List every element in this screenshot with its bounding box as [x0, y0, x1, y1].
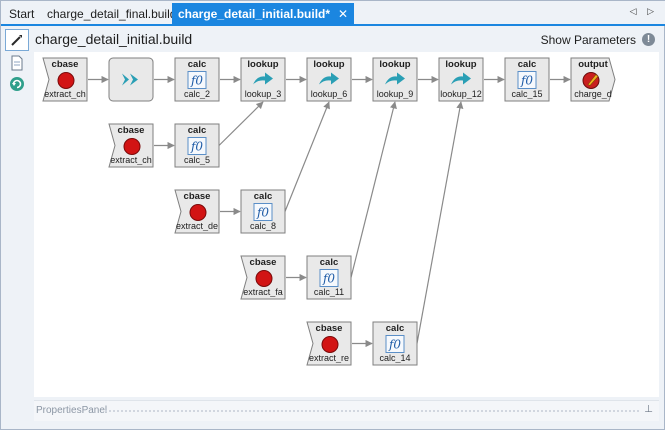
node-name-label: extract_de: [175, 221, 219, 231]
source-dot-icon: [123, 138, 141, 155]
flow-edge[interactable]: [284, 101, 330, 212]
node-calc-15[interactable]: f0 calc calc_15: [504, 57, 550, 102]
panel-grip[interactable]: [104, 409, 639, 414]
tab-start[interactable]: Start: [3, 3, 40, 25]
function-glyph: f0: [520, 74, 533, 88]
pointer-tool-icon: [11, 35, 22, 46]
flow-edge[interactable]: [416, 101, 464, 344]
node-type-label: calc: [187, 59, 207, 70]
node-type-label: calc: [385, 323, 405, 334]
properties-panel-label: PropertiesPanel: [36, 405, 108, 416]
node-type-label: output: [578, 59, 608, 70]
node-shape: [108, 57, 154, 102]
node-type-label: cbase: [117, 125, 145, 136]
tab-scroll-arrows-icon[interactable]: ◁ ▷: [630, 6, 658, 17]
refresh-button[interactable]: [5, 73, 29, 95]
node-name-label: lookup_3: [244, 89, 282, 99]
node-type-label: calc: [517, 59, 537, 70]
tab-accent-bar: [1, 24, 665, 26]
node-calc-11[interactable]: f0 calc calc_11: [306, 255, 352, 300]
node-type-label: cbase: [249, 257, 277, 268]
tab-charge-detail-final[interactable]: charge_detail_final.build*: [41, 3, 187, 25]
node-lookup-12[interactable]: lookup lookup_12: [438, 57, 484, 102]
node-extract-ch[interactable]: cbase extract_ch: [42, 57, 88, 102]
function-glyph: f0: [190, 140, 203, 154]
source-dot-icon: [321, 336, 339, 353]
node-lookup-3[interactable]: lookup lookup_3: [240, 57, 286, 102]
tab-charge-detail-initial[interactable]: charge_detail_initial.build* ✕: [172, 3, 355, 25]
node-type-label: cbase: [51, 59, 79, 70]
node-name-label: extract_ch: [110, 155, 152, 165]
function-glyph: f0: [190, 74, 203, 88]
pointer-tool-button[interactable]: [5, 29, 29, 51]
node-type-label: calc: [187, 125, 207, 136]
node-extract-fa[interactable]: cbase extract_fa: [240, 255, 286, 300]
info-icon[interactable]: !: [642, 33, 655, 46]
node-name-label: extract_re: [308, 353, 350, 363]
node-calc-5[interactable]: f0 calc calc_5: [174, 123, 220, 168]
window-frame: Start charge_detail_final.build* charge_…: [0, 0, 665, 430]
tab-strip: Start charge_detail_final.build* charge_…: [1, 1, 665, 25]
source-dot-icon: [189, 204, 207, 221]
function-glyph: f0: [322, 272, 335, 286]
pin-icon[interactable]: ⊥: [644, 404, 653, 415]
node-name-label: extract_fa: [243, 287, 283, 297]
show-parameters-link[interactable]: Show Parameters: [541, 33, 636, 47]
source-dot-icon: [57, 72, 75, 89]
node-extract-ch[interactable]: cbase extract_ch: [108, 123, 154, 168]
node-name-label: calc_14: [379, 353, 411, 363]
properties-panel[interactable]: PropertiesPanel ⊥: [34, 400, 659, 421]
node-charge-d[interactable]: output charge_d: [570, 57, 616, 102]
node-lookup-9[interactable]: lookup lookup_9: [372, 57, 418, 102]
node-name-label: calc_15: [511, 89, 543, 99]
document-button[interactable]: [5, 52, 29, 74]
flow-edge[interactable]: [350, 101, 397, 278]
node-type-label: calc: [253, 191, 273, 202]
node-calc-2[interactable]: f0 calc calc_2: [174, 57, 220, 102]
source-dot-icon: [255, 270, 273, 287]
node-merge[interactable]: [108, 57, 154, 102]
function-glyph: f0: [388, 338, 401, 352]
node-calc-8[interactable]: f0 calc calc_8: [240, 189, 286, 234]
node-name-label: calc_11: [313, 287, 345, 297]
node-type-label: calc: [319, 257, 339, 268]
left-toolbar: [5, 29, 29, 99]
node-calc-14[interactable]: f0 calc calc_14: [372, 321, 418, 366]
node-type-label: lookup: [313, 59, 345, 70]
flow-edge[interactable]: [218, 101, 264, 146]
function-glyph: f0: [256, 206, 269, 220]
node-type-label: cbase: [183, 191, 211, 202]
node-name-label: lookup_9: [376, 89, 414, 99]
flow-canvas[interactable]: cbase extract_ch f0 calc calc_2 lookup lookup_…: [34, 52, 659, 397]
close-icon[interactable]: ✕: [338, 3, 348, 25]
document-icon: [11, 55, 23, 71]
node-extract-re[interactable]: cbase extract_re: [306, 321, 352, 366]
node-lookup-6[interactable]: lookup lookup_6: [306, 57, 352, 102]
node-type-label: lookup: [379, 59, 411, 70]
node-type-label: lookup: [445, 59, 477, 70]
refresh-icon: [10, 77, 24, 91]
node-extract-de[interactable]: cbase extract_de: [174, 189, 220, 234]
node-type-label: cbase: [315, 323, 343, 334]
node-name-label: lookup_6: [310, 89, 348, 99]
node-type-label: lookup: [247, 59, 279, 70]
node-name-label: lookup_12: [440, 89, 482, 99]
node-name-label: extract_ch: [44, 89, 86, 99]
node-name-label: calc_2: [183, 89, 210, 99]
node-name-label: calc_8: [249, 221, 276, 231]
tab-label: charge_detail_initial.build*: [178, 7, 331, 21]
node-name-label: calc_5: [183, 155, 210, 165]
document-title: charge_detail_initial.build: [35, 31, 193, 47]
node-name-label: charge_d: [574, 89, 612, 99]
